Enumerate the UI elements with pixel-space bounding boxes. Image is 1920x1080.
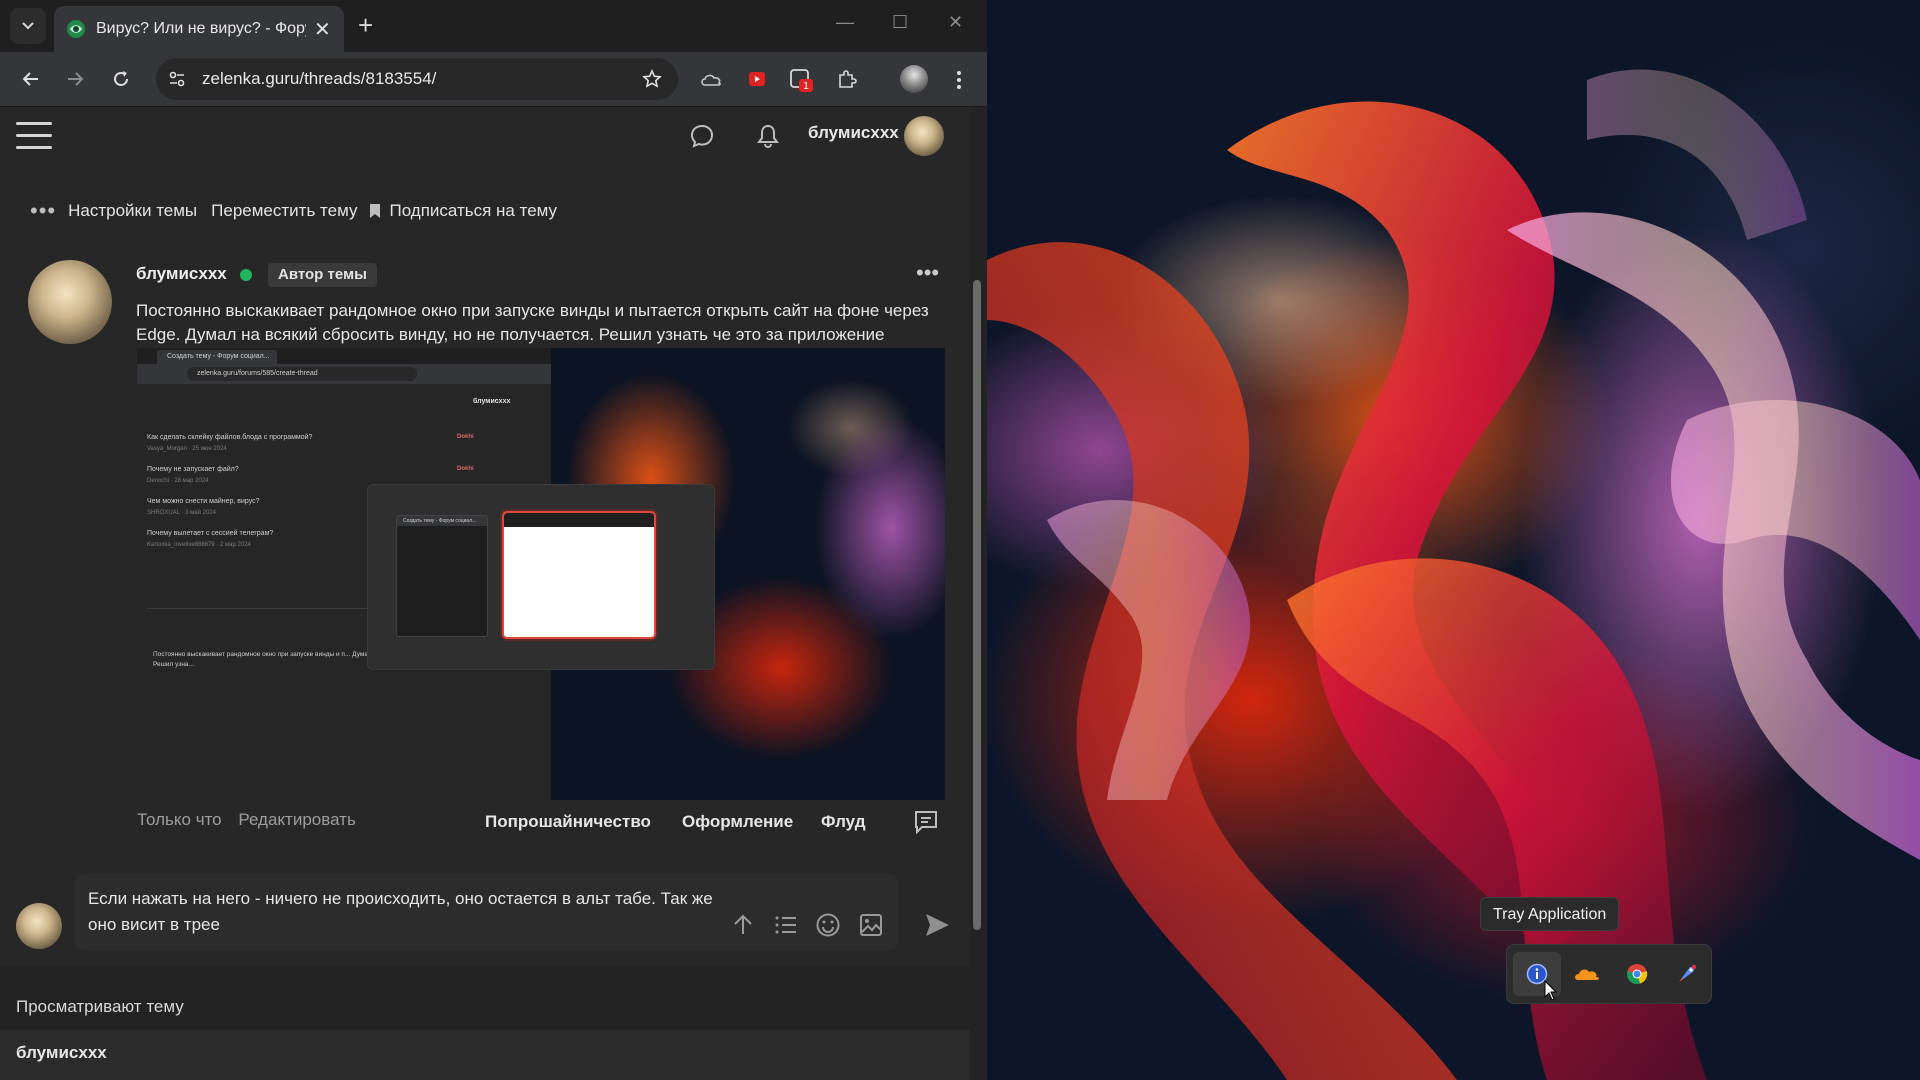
- online-status-dot: [240, 269, 252, 281]
- emoji-icon[interactable]: [815, 912, 843, 940]
- chevron-down-icon: [22, 22, 34, 30]
- profile-avatar[interactable]: [900, 65, 928, 93]
- post-author-avatar[interactable]: [28, 260, 112, 344]
- bookmark-star-icon[interactable]: [642, 69, 662, 89]
- close-window-button[interactable]: ✕: [948, 12, 963, 33]
- move-thread-link[interactable]: Переместить тему: [211, 201, 357, 221]
- new-tab-button[interactable]: +: [358, 10, 373, 40]
- extensions-puzzle-icon[interactable]: [834, 67, 860, 93]
- post-attached-screenshot[interactable]: Создать тему - Форум социал... zelenka.g…: [137, 348, 945, 800]
- wallpaper-ribbons: [987, 69, 1920, 1080]
- screenshot-row-name: Dokhi: [457, 434, 474, 440]
- screenshot-row-title: Как сделать склейку файлов.блода с прогр…: [147, 434, 313, 441]
- tag-link[interactable]: Флуд: [821, 812, 865, 832]
- viewers-title: Просматривают тему: [16, 997, 184, 1016]
- insert-image-icon[interactable]: [858, 912, 886, 940]
- tray-rocket-icon[interactable]: [1663, 952, 1711, 996]
- screenshot-row-sub: SHROXUAL · 3 май 2024: [147, 510, 216, 516]
- screenshot-row-title: Почему вылетает с сессией телеграм?: [147, 530, 274, 537]
- post-text: Постоянно выскакивает рандомное окно при…: [136, 301, 929, 344]
- extension-badge-icon[interactable]: 1: [788, 67, 814, 93]
- more-dots-icon[interactable]: •••: [30, 198, 56, 224]
- tray-overflow-panel: [1506, 944, 1712, 1004]
- browser-tabstrip: Вирус? Или не вирус? - Форум ✕ + — ☐ ✕: [0, 0, 987, 52]
- screenshot-toolbar: zelenka.guru/forums/585/create-thread: [137, 364, 551, 384]
- list-format-icon[interactable]: [773, 912, 801, 940]
- subscribe-thread-link[interactable]: Подписаться на тему: [389, 201, 557, 221]
- svg-text:1: 1: [803, 81, 809, 92]
- tab-search-button[interactable]: [10, 8, 46, 44]
- mouse-cursor-icon: [1544, 979, 1558, 1007]
- alt-tab-blank-window-thumb: [502, 511, 656, 639]
- address-bar[interactable]: zelenka.guru/threads/8183554/: [156, 58, 678, 100]
- thread-settings-link[interactable]: Настройки темы: [68, 201, 197, 221]
- alt-tab-window-bar: [504, 513, 654, 527]
- tray-tooltip: Tray Application: [1480, 897, 1620, 931]
- screenshot-row-sub: Vasya_Morgan · 25 июн 2024: [147, 446, 227, 452]
- tab-active[interactable]: Вирус? Или не вирус? - Форум ✕: [54, 6, 344, 52]
- send-icon[interactable]: [922, 910, 954, 942]
- browser-window: Вирус? Или не вирус? - Форум ✕ + — ☐ ✕ z…: [0, 0, 987, 1080]
- alt-tab-browser-title: Создать тему - Форум социал...: [397, 516, 487, 526]
- url-text: zelenka.guru/threads/8183554/: [202, 69, 437, 88]
- tab-title: Вирус? Или не вирус? - Форум: [96, 20, 306, 37]
- header-username[interactable]: блумисxxx: [808, 123, 899, 143]
- post-author-name[interactable]: блумисxxx: [136, 264, 227, 284]
- browser-toolbar: zelenka.guru/threads/8183554/ 1: [0, 52, 987, 107]
- bookmark-icon: [370, 204, 381, 218]
- arrow-right-icon: [68, 72, 84, 86]
- desktop-wallpaper: [987, 0, 1920, 1080]
- expand-arrow-up-icon[interactable]: [730, 912, 758, 940]
- screenshot-tab: Создать тему - Форум социал...: [157, 350, 277, 364]
- zelenka-favicon-icon: [67, 20, 85, 38]
- screenshot-tabstrip: Создать тему - Форум социал...: [137, 348, 551, 364]
- comment-icon[interactable]: [912, 808, 940, 836]
- tray-onedrive-icon[interactable]: [1563, 952, 1611, 996]
- alt-tab-browser-thumb: Создать тему - Форум социал...: [396, 515, 488, 637]
- post-edit-link[interactable]: Редактировать: [238, 810, 355, 829]
- tab-close-icon[interactable]: ✕: [314, 17, 331, 42]
- viewers-list: [0, 1030, 970, 1080]
- thread-actions: ••• Настройки темы Переместить тему Подп…: [30, 198, 557, 224]
- scrollbar-thumb[interactable]: [973, 280, 981, 930]
- tag-link[interactable]: Оформление: [682, 812, 793, 832]
- forward-button[interactable]: [62, 66, 88, 92]
- back-button[interactable]: [18, 66, 44, 92]
- post-options-icon[interactable]: •••: [916, 260, 939, 286]
- reply-user-avatar: [16, 903, 62, 949]
- screenshot-row-sub: Kartoxka_Invetive888679 · 2 мар 2024: [147, 542, 251, 548]
- reload-button[interactable]: [108, 66, 134, 92]
- browser-menu-icon[interactable]: [946, 67, 972, 93]
- viewer-name[interactable]: блумисxxx: [16, 1043, 107, 1063]
- tray-chrome-icon[interactable]: [1613, 952, 1661, 996]
- tag-link[interactable]: Попрошайничество: [485, 812, 651, 832]
- maximize-button[interactable]: ☐: [892, 12, 908, 33]
- screenshot-row-sub: Denochi · 28 мар 2024: [147, 478, 209, 484]
- site-menu-hamburger-icon[interactable]: [16, 122, 52, 152]
- reload-icon: [114, 71, 128, 86]
- arrow-left-icon: [22, 72, 38, 86]
- screenshot-url: zelenka.guru/forums/585/create-thread: [187, 367, 417, 381]
- screenshot-row-name: Dokhi: [457, 466, 474, 472]
- header-avatar[interactable]: [904, 116, 944, 156]
- extension-youtube-icon[interactable]: [744, 67, 770, 93]
- site-settings-icon[interactable]: [168, 70, 186, 88]
- screenshot-row-title: Почему не запускает файл?: [147, 466, 239, 473]
- screenshot-row-title: Чем можно снести майнер, вирус?: [147, 498, 260, 505]
- screenshot-alt-tab-switcher: Создать тему - Форум социал...: [367, 484, 715, 670]
- conversations-icon[interactable]: [688, 122, 718, 152]
- author-badge: Автор темы: [268, 263, 377, 287]
- minimize-button[interactable]: —: [836, 12, 854, 33]
- screenshot-username: блумисxxx: [473, 398, 511, 405]
- post-meta: Только что Редактировать: [137, 810, 368, 830]
- post-time[interactable]: Только что: [137, 810, 222, 829]
- extension-cloud-icon[interactable]: [698, 67, 724, 93]
- reply-input-text[interactable]: Если нажать на него - ничего не происход…: [88, 886, 738, 938]
- notifications-bell-icon[interactable]: [754, 122, 784, 152]
